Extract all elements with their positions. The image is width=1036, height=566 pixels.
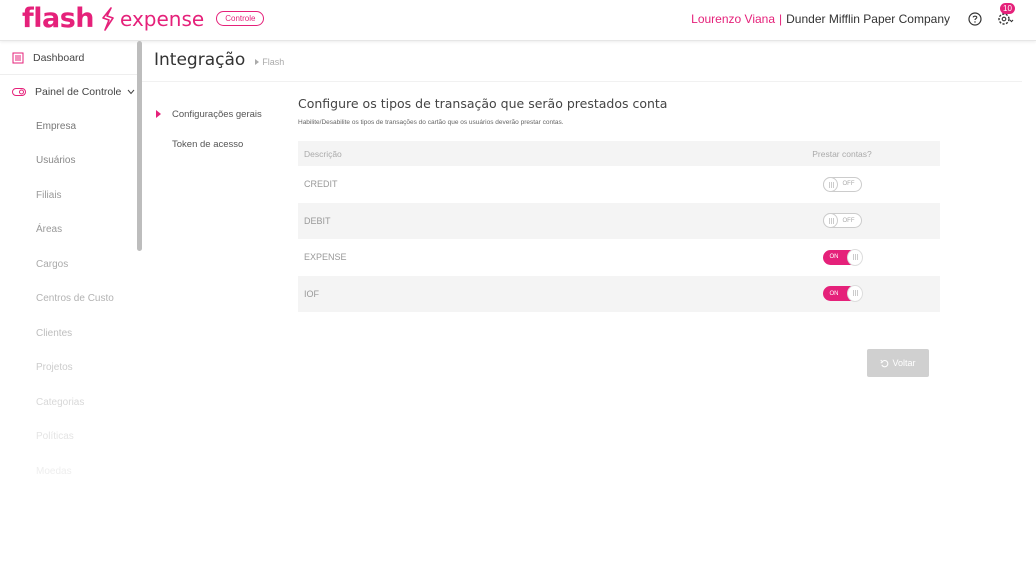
sidebar-item-centros-de-custo[interactable]: Centros de Custo: [0, 282, 142, 317]
sidebar-item-categorias[interactable]: Categorias: [0, 385, 142, 420]
separator: |: [779, 12, 783, 26]
toggle-cell: OFF: [744, 213, 940, 229]
toggle-state: ON: [829, 290, 839, 297]
sidebar-item-label: Dashboard: [33, 51, 85, 64]
page-title: Integração: [154, 50, 246, 70]
prestar-contas-toggle-expense[interactable]: ON: [822, 248, 863, 266]
help-icon[interactable]: [968, 12, 982, 26]
logo-flash-text: flash: [22, 3, 95, 34]
sidebar-item-clientes[interactable]: Clientes: [0, 316, 142, 351]
sidebar: Dashboard Painel de Controle Empresa Usu…: [0, 41, 142, 566]
table-row: DEBIT OFF: [298, 202, 940, 239]
top-header: flash expense Controle Lourenzo Viana | …: [0, 0, 1036, 41]
settings-menu[interactable]: 10: [996, 3, 1015, 28]
toggle-knob: [846, 248, 863, 266]
toggle-cell: OFF: [744, 176, 940, 192]
main-content: Integração Flash Configurações gerais To…: [142, 41, 1036, 566]
controle-badge: Controle: [216, 11, 265, 26]
toggle-cell: ON: [744, 248, 940, 266]
transaction-table: Descrição Prestar contas? CREDIT OFF DEB…: [298, 141, 940, 312]
transaction-type: CREDIT: [304, 179, 338, 190]
transaction-type: IOF: [304, 288, 319, 299]
toggle-knob: [822, 213, 838, 229]
breadcrumb[interactable]: Flash: [255, 57, 284, 67]
toggle-knob: [822, 176, 838, 192]
table-row: CREDIT OFF: [298, 166, 940, 203]
logo-expense-text: expense: [120, 6, 205, 31]
transaction-type: EXPENSE: [304, 252, 347, 263]
company-name[interactable]: Dunder Mifflin Paper Company: [786, 12, 950, 26]
toggle-icon: [12, 88, 26, 96]
section-title: Configure os tipos de transação que serã…: [298, 96, 668, 111]
sidebar-scrollbar[interactable]: [137, 41, 142, 251]
prestar-contas-toggle-debit[interactable]: OFF: [822, 213, 862, 229]
sidebar-item-usuarios[interactable]: Usuários: [0, 144, 142, 179]
toggle-state: OFF: [842, 217, 855, 224]
sidebar-item-empresa[interactable]: Empresa: [0, 109, 142, 144]
prestar-contas-toggle-credit[interactable]: OFF: [822, 176, 862, 192]
divider: [142, 81, 1022, 82]
sidebar-item-cargos[interactable]: Cargos: [0, 247, 142, 282]
toggle-cell: ON: [744, 285, 940, 303]
sidebar-item-areas[interactable]: Áreas: [0, 213, 142, 248]
subnav-configuracoes-gerais[interactable]: Configurações gerais: [152, 99, 282, 129]
breadcrumb-label: Flash: [262, 57, 285, 67]
sidebar-item-moedas[interactable]: Moedas: [0, 454, 142, 489]
sidebar-item-label: Painel de Controle: [35, 86, 122, 98]
chevron-down-icon: [128, 89, 135, 95]
undo-icon: [880, 359, 889, 367]
flash-logo-icon: [102, 6, 114, 31]
voltar-button[interactable]: Voltar: [867, 349, 929, 377]
section-description: Habilite/Desabilite os tipos de transaçõ…: [298, 119, 564, 126]
page-header: Integração Flash: [154, 50, 284, 70]
sidebar-item-painel-de-controle[interactable]: Painel de Controle: [0, 75, 142, 109]
user-area: Lourenzo Viana | Dunder Mifflin Paper Co…: [691, 3, 1015, 28]
sidebar-item-filiais[interactable]: Filiais: [0, 178, 142, 213]
toggle-state: OFF: [842, 181, 855, 188]
prestar-contas-toggle-iof[interactable]: ON: [822, 285, 863, 303]
subnav-token-de-acesso[interactable]: Token de acesso: [152, 129, 282, 159]
transaction-type: DEBIT: [304, 215, 331, 226]
flash-expense-logo[interactable]: flash expense Controle: [22, 3, 265, 34]
voltar-label: Voltar: [892, 358, 916, 368]
sidebar-item-dashboard[interactable]: Dashboard: [0, 41, 142, 75]
toggle-knob: [846, 285, 863, 303]
notification-badge: 10: [1000, 3, 1015, 14]
toggle-state: ON: [829, 254, 839, 261]
user-name[interactable]: Lourenzo Viana: [691, 12, 775, 26]
transaction-settings: Configure os tipos de transação que serã…: [298, 96, 940, 312]
sidebar-item-politicas[interactable]: Políticas: [0, 420, 142, 455]
table-header: Descrição Prestar contas?: [298, 141, 940, 166]
table-row: IOF ON: [298, 275, 940, 312]
table-row: EXPENSE ON: [298, 239, 940, 276]
sidebar-item-projetos[interactable]: Projetos: [0, 351, 142, 386]
column-header-prestar-contas: Prestar contas?: [812, 148, 872, 159]
settings-subnav: Configurações gerais Token de acesso: [152, 99, 282, 159]
column-header-descricao: Descrição: [304, 148, 342, 159]
breadcrumb-arrow-icon: [255, 59, 260, 65]
dashboard-icon: [12, 52, 24, 63]
